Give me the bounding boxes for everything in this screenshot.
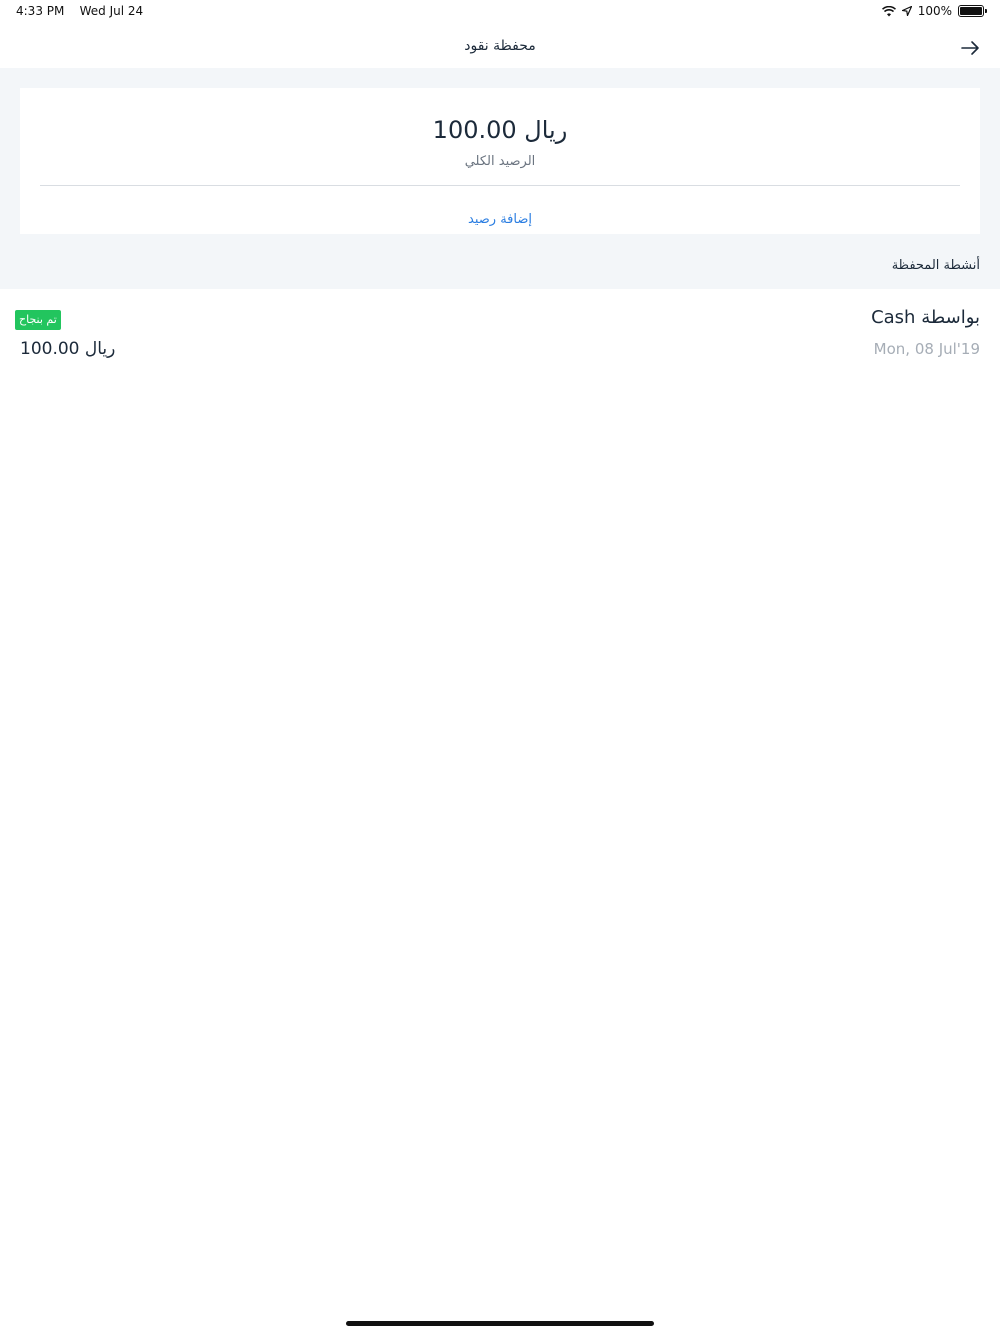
arrow-right-icon[interactable] xyxy=(960,38,980,58)
add-balance-button[interactable]: إضافة رصيد xyxy=(20,212,980,227)
activity-amount: ريال 100.00 xyxy=(20,339,116,359)
list-item[interactable]: بواسطة Cash Mon, 08 Jul'19 تم بنجاح ريال… xyxy=(0,289,1000,379)
section-title: أنشطة المحفظة xyxy=(891,258,980,273)
add-balance-label[interactable]: إضافة رصيد xyxy=(468,212,532,227)
activity-date: Mon, 08 Jul'19 xyxy=(873,340,980,358)
balance-card: ريال 100.00 الرصيد الكلي إضافة رصيد xyxy=(20,88,980,234)
balance-label: الرصيد الكلي xyxy=(464,154,536,169)
balance-amount: ريال 100.00 xyxy=(432,116,568,144)
status-badge: تم بنجاح xyxy=(15,310,61,330)
status-indicators: 100% xyxy=(881,4,987,18)
status-date-text: Wed Jul 24 xyxy=(79,4,144,18)
status-time: 4:33 PM Wed Jul 24 xyxy=(16,4,143,18)
wallet-summary-area: ريال 100.00 الرصيد الكلي إضافة رصيد أنشط… xyxy=(0,68,1000,289)
home-indicator[interactable] xyxy=(346,1321,654,1326)
status-time-text: 4:33 PM xyxy=(16,4,65,18)
battery-icon xyxy=(958,5,987,17)
status-bar: 4:33 PM Wed Jul 24 100% xyxy=(0,0,1000,26)
location-icon xyxy=(901,6,912,16)
battery-fill xyxy=(960,7,982,15)
nav-bar: محفظة نقود xyxy=(0,26,1000,68)
divider xyxy=(40,185,960,186)
activity-method: بواسطة Cash xyxy=(871,307,980,328)
wifi-icon xyxy=(881,5,896,16)
battery-percent: 100% xyxy=(917,4,952,18)
page-title: محفظة نقود xyxy=(464,38,536,54)
